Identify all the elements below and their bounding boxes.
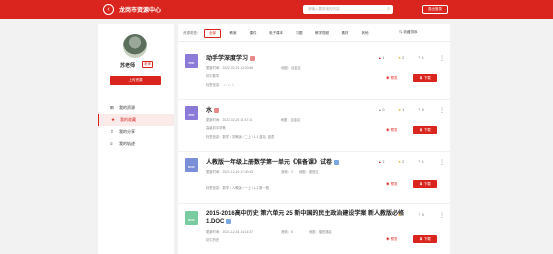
logout-button[interactable]: 退出登录 <box>422 5 448 14</box>
resource-owner: 初中数学 <box>206 74 220 78</box>
like-count[interactable]: ▲ 0 <box>378 108 384 112</box>
resource-meta: 更新时间：2022-02-23 13:20:58 地图：百金区 <box>206 66 301 70</box>
share-count[interactable]: ⇡ 1 <box>418 56 424 60</box>
search-icon[interactable]: ⌕ <box>387 5 390 14</box>
star-count[interactable]: ★ 2 <box>398 56 404 60</box>
share-icon: ⇪ <box>110 129 114 134</box>
preview-button[interactable]: ◉ 预览 <box>386 180 407 188</box>
resource-owner: 高级初中学教 <box>206 126 226 130</box>
role-badge: 老师 <box>142 61 153 68</box>
resource-item: PDF 动手学深度学习 更新时间：2022-02-23 13:20:58 地图：百… <box>178 52 450 100</box>
top-bar: ‹ 龙岗市资源中心 请输入要查找的内容 ⌕ 退出登录 <box>0 0 553 19</box>
preview-button[interactable]: ◉ 预览 <box>386 126 407 134</box>
filter-chip-materials[interactable]: 素材 <box>337 29 353 38</box>
pdf-file-icon: PDF <box>185 106 198 120</box>
share-count[interactable]: ⇡ 1 <box>418 160 424 164</box>
resource-meta: 更新时间：2021-12-16 17:40:43 音频：2 地图：德田区 <box>206 170 319 174</box>
sidebar-item-my-shares[interactable]: ⇪ 我的分享 <box>98 126 174 138</box>
resource-meta: 更新时间：2022-02-25 11:47:11 地图：百金区 <box>206 118 301 122</box>
list-icon: ≡ <box>110 141 113 146</box>
sidebar-item-label: 我的收藏 <box>120 117 136 122</box>
resource-tags: 标签信息：数学 / 人教版 / 一上 / 1.1 数一数 <box>206 186 270 190</box>
filter-label: 资源类型： <box>183 31 201 35</box>
like-count[interactable]: ▲ 0 <box>378 213 384 217</box>
search-input[interactable]: 请输入要查找的内容 ⌕ <box>303 5 393 14</box>
sidebar-item-label: 我的资源 <box>119 105 135 110</box>
preview-button[interactable]: ◉ 预览 <box>386 235 407 243</box>
star-count[interactable]: ★ 2 <box>398 160 404 164</box>
download-button[interactable]: ⬇ 下载 <box>413 180 437 188</box>
type-badge-icon <box>250 55 256 61</box>
download-button[interactable]: ⬇ 下载 <box>413 74 437 82</box>
star-icon: ★ <box>111 117 116 122</box>
filter-chip-lesson-plan[interactable]: 教案 <box>225 29 241 38</box>
type-badge-icon <box>214 107 220 113</box>
type-badge-icon <box>226 218 232 224</box>
like-count[interactable]: ▲ 1 <box>378 56 384 60</box>
download-button[interactable]: ⬇ 下载 <box>413 126 437 134</box>
sidebar-item-my-favorites[interactable]: ★ 我的收藏 <box>98 114 174 126</box>
preview-button[interactable]: ◉ 预览 <box>386 74 407 82</box>
search-placeholder: 请输入要查找的内容 <box>308 7 340 11</box>
pdf-file-icon: PDF <box>185 54 198 68</box>
resource-meta: 更新时间：2021-12-16 14:14:37 音频：5 地图：福田路区 <box>206 230 332 234</box>
filter-bar: 资源类型： 全部 教案 课件 电子课本 习题 教学视频 素材 其他 ⇅ 收藏排序 <box>178 24 450 42</box>
resource-item: PDF 水 更新时间：2022-02-25 11:47:11 地图：百金区 高级初… <box>178 104 450 152</box>
sidebar-item-my-tracks[interactable]: ≡ 我的轨迹 <box>98 138 174 150</box>
filter-chip-courseware[interactable]: 课件 <box>245 29 261 38</box>
upload-button[interactable]: 上传资源 <box>110 76 161 85</box>
sort-favorites-button[interactable]: ⇅ 收藏排序 <box>399 30 417 35</box>
more-icon[interactable]: ⋮ <box>439 159 445 166</box>
resource-tags: 初中历史 <box>206 238 220 242</box>
resource-item: DOC 人教版一年级上册数学第一单元《准备课》试卷 更新时间：2021-12-1… <box>178 156 450 204</box>
more-icon[interactable]: ⋮ <box>439 55 445 62</box>
sidebar-item-my-resources[interactable]: ⊞ 我的资源 <box>98 102 174 114</box>
sidebar: 苏老师 老师 上传资源 ⊞ 我的资源 ★ 我的收藏 ⇪ 我的分享 ≡ 我的轨迹 <box>98 24 174 254</box>
resource-tags: 标签信息：数学 / 苏教版 / 二上 / 1.1 蓝站, 蓝表 <box>206 135 275 139</box>
star-count[interactable]: ★ 1 <box>398 108 404 112</box>
like-count[interactable]: ▲ 2 <box>378 160 384 164</box>
download-button[interactable]: ⬇ 下载 <box>413 235 437 243</box>
resource-title[interactable]: 水 <box>206 105 220 114</box>
filter-chip-video[interactable]: 教学视频 <box>311 29 333 38</box>
more-icon[interactable]: ⋮ <box>439 107 445 114</box>
filter-chip-ebook[interactable]: 电子课本 <box>265 29 287 38</box>
resource-panel: 资源类型： 全部 教案 课件 电子课本 习题 教学视频 素材 其他 ⇅ 收藏排序… <box>178 24 450 254</box>
share-count[interactable]: ⇡ 0 <box>418 108 424 112</box>
filter-chip-exercises[interactable]: 习题 <box>291 29 307 38</box>
sidebar-nav: ⊞ 我的资源 ★ 我的收藏 ⇪ 我的分享 ≡ 我的轨迹 <box>98 102 174 150</box>
app-title: 龙岗市资源中心 <box>119 8 162 14</box>
filter-chip-other[interactable]: 其他 <box>357 29 373 38</box>
filter-chip-all[interactable]: 全部 <box>204 29 221 38</box>
sidebar-item-label: 我的分享 <box>119 129 135 134</box>
resource-title[interactable]: 人教版一年级上册数学第一单元《准备课》试卷 <box>206 157 340 166</box>
user-name: 苏老师 <box>120 63 136 69</box>
share-count[interactable]: ⇡ 0 <box>418 213 424 217</box>
type-badge-icon <box>334 159 340 165</box>
doc-file-icon: DOC <box>185 211 198 225</box>
grid-icon: ⊞ <box>110 105 114 110</box>
doc-file-icon: DOC <box>185 158 198 172</box>
back-icon[interactable]: ‹ <box>103 4 114 15</box>
resource-title[interactable]: 动手学深度学习 <box>206 53 256 62</box>
resource-tags: 标签信息：- / - / - / - <box>206 83 236 87</box>
star-count[interactable]: ★ 0 <box>398 213 404 217</box>
resource-item: DOC 2015-2016高中历史 第六单元 25 新中国的民主政治建设学案 新… <box>178 209 450 254</box>
avatar <box>123 34 147 58</box>
more-icon[interactable]: ⋮ <box>439 212 445 219</box>
sidebar-item-label: 我的轨迹 <box>119 141 135 146</box>
resource-title[interactable]: 2015-2016高中历史 第六单元 25 新中国的民主政治建设学案 新人教版必… <box>206 210 416 226</box>
